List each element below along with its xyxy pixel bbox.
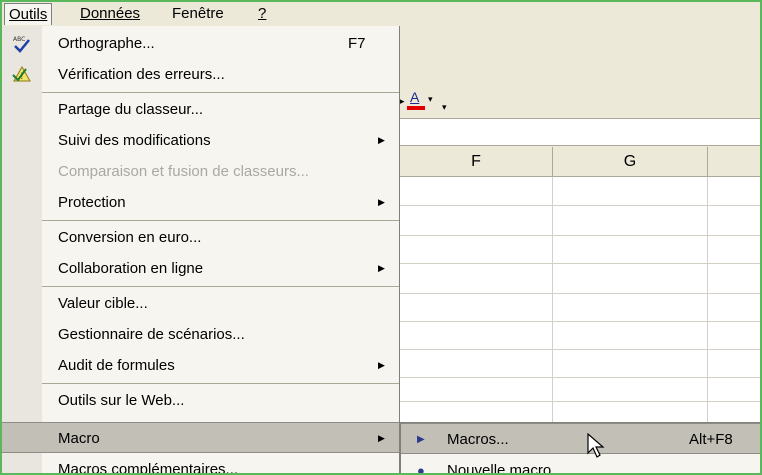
menu-item-label: Valeur cible... xyxy=(58,295,148,312)
spelling-check-icon: ABC xyxy=(12,34,32,54)
menu-item-label: Vérification des erreurs... xyxy=(58,66,225,83)
menu-fenetre-label: Fenêtre xyxy=(172,5,224,22)
menu-item-label: Macro xyxy=(58,430,100,447)
menu-item-label: Suivi des modifications xyxy=(58,132,211,149)
submenu-item-label: Macros... xyxy=(447,431,509,448)
menu-item-label: Conversion en euro... xyxy=(58,229,202,246)
submenu-arrow-icon: ▶ xyxy=(378,360,385,370)
toolbar-dropdown-arrow[interactable]: ▸ xyxy=(400,96,405,107)
outils-dropdown-menu: ABC Orthographe... F7 ! Vérification des… xyxy=(2,26,400,475)
grid-row-line xyxy=(400,377,760,378)
submenu-item-macros[interactable]: ▶ Macros... Alt+F8 xyxy=(401,423,760,454)
menu-item-label: Audit de formules xyxy=(58,357,175,374)
menu-item-verification-erreurs[interactable]: ! Vérification des erreurs... xyxy=(2,59,399,90)
formula-bar[interactable] xyxy=(400,118,760,146)
menu-item-label: Comparaison et fusion de classeurs... xyxy=(58,163,309,180)
submenu-item-shortcut: Alt+F8 xyxy=(689,431,733,448)
menu-outils-label: Outils xyxy=(9,6,48,23)
grid-row-line xyxy=(400,321,760,322)
menu-separator xyxy=(42,286,399,287)
menu-item-gestionnaire-scenarios[interactable]: Gestionnaire de scénarios... xyxy=(2,319,399,350)
menu-item-audit-formules[interactable]: Audit de formules ▶ xyxy=(2,350,399,381)
column-header-g[interactable]: G xyxy=(553,147,708,177)
menu-item-valeur-cible[interactable]: Valeur cible... xyxy=(2,288,399,319)
menu-separator xyxy=(42,383,399,384)
record-macro-icon: ● xyxy=(417,463,425,475)
font-color-dropdown-arrow[interactable]: ▾ xyxy=(428,94,433,105)
menu-help-label: ? xyxy=(258,5,267,22)
menu-outils[interactable]: Outils xyxy=(4,3,53,25)
font-color-swatch xyxy=(407,106,425,110)
submenu-arrow-icon: ▶ xyxy=(378,433,385,443)
formatting-toolbar: ▸ A ▾ ▾ xyxy=(400,26,760,118)
svg-text:ABC: ABC xyxy=(13,36,25,43)
grid-row-line xyxy=(400,235,760,236)
submenu-item-label: Nouvelle macro... xyxy=(447,462,564,475)
menu-bar: Outils Données Fenêtre ? xyxy=(2,2,760,26)
grid-row-line xyxy=(400,263,760,264)
column-header-f[interactable]: F xyxy=(400,147,553,177)
menu-item-label: Partage du classeur... xyxy=(58,101,204,118)
menu-item-label: Protection xyxy=(58,194,126,211)
macro-submenu: ▶ Macros... Alt+F8 ● Nouvelle macro... xyxy=(400,422,760,475)
menu-item-comparaison-fusion: Comparaison et fusion de classeurs... xyxy=(2,156,399,187)
menu-item-label: Macros complémentaires... xyxy=(58,461,239,475)
menu-separator xyxy=(42,92,399,93)
menu-donnees-label: Données xyxy=(80,5,141,22)
grid-row-line xyxy=(400,401,760,402)
menu-item-label: Collaboration en ligne xyxy=(58,260,204,277)
menu-item-partage-classeur[interactable]: Partage du classeur... xyxy=(2,94,399,125)
submenu-arrow-icon: ▶ xyxy=(378,135,385,145)
menu-item-label: Outils sur le Web... xyxy=(58,392,185,409)
menu-item-label: Orthographe... xyxy=(58,35,155,52)
submenu-item-nouvelle-macro[interactable]: ● Nouvelle macro... xyxy=(401,455,760,475)
menu-item-suivi-modifications[interactable]: Suivi des modifications ▶ xyxy=(2,125,399,156)
menu-item-collaboration-ligne[interactable]: Collaboration en ligne ▶ xyxy=(2,253,399,284)
menu-item-label: Gestionnaire de scénarios... xyxy=(58,326,245,343)
menu-separator xyxy=(42,220,399,221)
mouse-pointer-icon xyxy=(587,432,607,459)
menu-item-macros-complementaires[interactable]: Macros complémentaires... xyxy=(2,454,399,475)
error-check-icon: ! xyxy=(12,65,32,85)
submenu-arrow-icon: ▶ xyxy=(378,263,385,273)
column-headers: F G xyxy=(400,147,760,177)
menu-help[interactable]: ? xyxy=(254,3,270,25)
play-macro-icon: ▶ xyxy=(417,434,425,445)
menu-item-protection[interactable]: Protection ▶ xyxy=(2,187,399,218)
menu-fenetre[interactable]: Fenêtre xyxy=(168,3,228,25)
menu-item-macro[interactable]: Macro ▶ xyxy=(2,422,399,453)
font-color-letter: A xyxy=(410,89,420,105)
menu-item-orthographe[interactable]: ABC Orthographe... F7 xyxy=(2,28,399,59)
menu-item-shortcut: F7 xyxy=(348,35,366,52)
menu-item-conversion-euro[interactable]: Conversion en euro... xyxy=(2,222,399,253)
menu-donnees[interactable]: Données xyxy=(76,3,144,25)
app-window: Outils Données Fenêtre ? ▸ A ▾ ▾ F G ABC… xyxy=(0,0,762,475)
grid-row-line xyxy=(400,349,760,350)
grid-row-line xyxy=(400,293,760,294)
grid-row-line xyxy=(400,205,760,206)
submenu-arrow-icon: ▶ xyxy=(378,197,385,207)
toolbar-options-arrow[interactable]: ▾ xyxy=(442,102,447,113)
font-color-button[interactable]: A xyxy=(407,90,425,110)
menu-item-outils-web[interactable]: Outils sur le Web... xyxy=(2,385,399,416)
